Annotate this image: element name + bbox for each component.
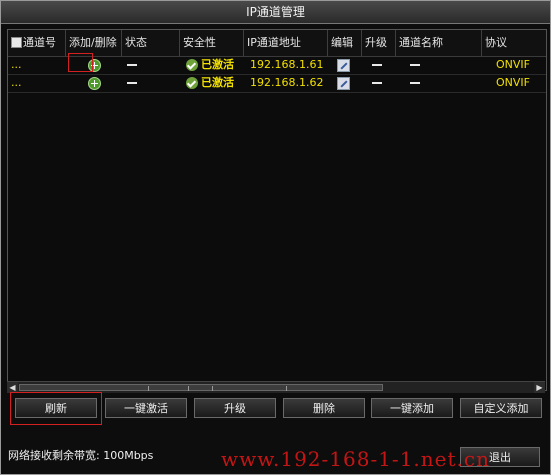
upgrade-cell <box>362 74 396 92</box>
custom-add-button[interactable]: 自定义添加 <box>460 398 542 418</box>
header-status: 状态 <box>122 30 180 56</box>
one-click-add-button[interactable]: 一键添加 <box>371 398 453 418</box>
plus-circle-icon[interactable] <box>87 76 101 90</box>
dash-icon <box>127 82 137 84</box>
edit-button[interactable] <box>328 56 362 74</box>
track-tick <box>188 386 189 391</box>
edit-icon[interactable] <box>337 58 350 72</box>
add-button[interactable] <box>66 74 122 92</box>
header-edit: 编辑 <box>328 30 362 56</box>
header-channel[interactable]: 通道号 <box>8 30 66 56</box>
header-protocol: 协议 <box>485 36 507 49</box>
scroll-right-icon[interactable]: ▶ <box>534 382 545 393</box>
dash-icon <box>410 82 420 84</box>
status-cell <box>122 56 180 74</box>
ip-address-cell: 192.168.1.62 <box>250 76 324 89</box>
annotation-box <box>10 392 102 425</box>
header-security: 安全性 <box>180 30 244 56</box>
upgrade-cell <box>362 56 396 74</box>
select-all-checkbox[interactable] <box>11 36 22 48</box>
channel-cell: ... <box>11 76 22 89</box>
header-channel-name: 通道名称 <box>396 30 482 56</box>
check-circle-icon <box>186 59 198 71</box>
scrollbar-track[interactable] <box>19 384 383 391</box>
header-ip-address: IP通道地址 <box>244 30 328 56</box>
protocol-cell: ONVIF <box>496 58 530 71</box>
dash-icon <box>410 64 420 66</box>
watermark: www.192-168-1-1.net.cn <box>221 447 490 471</box>
channel-name-cell <box>396 74 482 92</box>
dash-icon <box>372 82 382 84</box>
dash-icon <box>372 64 382 66</box>
ip-address-cell: 192.168.1.61 <box>250 58 324 71</box>
check-circle-icon <box>186 77 198 89</box>
channel-name-cell <box>396 56 482 74</box>
channel-cell: ... <box>11 58 22 71</box>
track-tick <box>212 386 213 391</box>
window-title: IP通道管理 <box>1 1 550 24</box>
ip-channel-window: IP通道管理 通道号 添加/删除 状态 安全性 IP通道地址 编辑 升级 通道名… <box>0 0 551 475</box>
protocol-cell: ONVIF <box>496 76 530 89</box>
edit-icon[interactable] <box>337 76 350 90</box>
security-cell: 已激活 <box>180 74 244 92</box>
security-cell: 已激活 <box>180 56 244 74</box>
upgrade-button[interactable]: 升级 <box>194 398 276 418</box>
delete-button[interactable]: 删除 <box>283 398 365 418</box>
track-tick <box>148 386 149 391</box>
track-tick <box>286 386 287 391</box>
channel-table: 通道号 添加/删除 状态 安全性 IP通道地址 编辑 升级 通道名称 协议 ..… <box>7 29 547 391</box>
table-row[interactable]: ... 已激活 192.168.1.62 ONVIF <box>8 74 546 93</box>
dash-icon <box>127 64 137 66</box>
status-cell <box>122 74 180 92</box>
bandwidth-status: 网络接收剩余带宽: 100Mbps <box>8 449 154 462</box>
annotation-box <box>68 53 93 72</box>
one-click-activate-button[interactable]: 一键激活 <box>105 398 187 418</box>
header-upgrade: 升级 <box>362 30 396 56</box>
edit-button[interactable] <box>328 74 362 92</box>
